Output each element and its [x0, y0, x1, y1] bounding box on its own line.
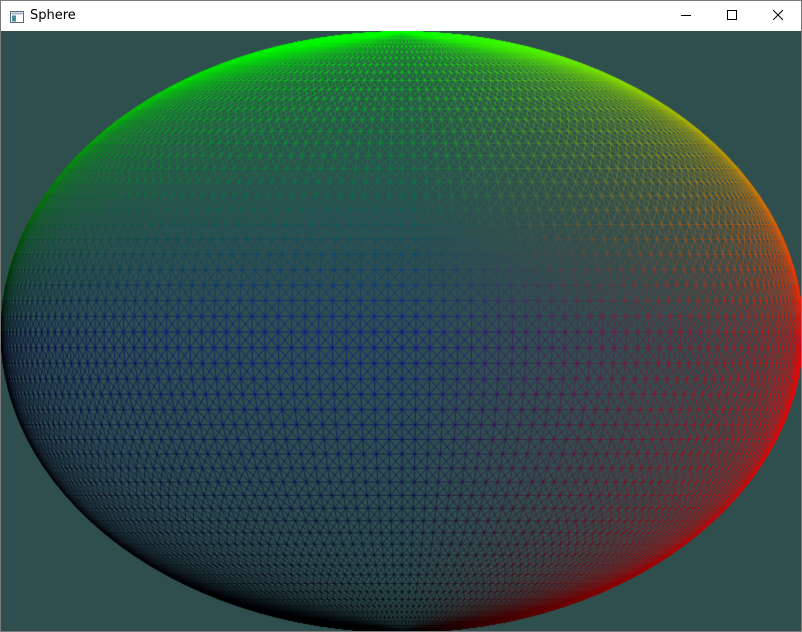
title-bar[interactable]: Sphere: [1, 1, 801, 31]
window-controls: [663, 1, 801, 31]
maximize-button[interactable]: [709, 1, 755, 31]
minimize-icon: [681, 7, 691, 25]
render-viewport[interactable]: [1, 31, 801, 631]
wireframe-sphere: [1, 31, 801, 631]
minimize-button[interactable]: [663, 1, 709, 31]
app-window: Sphere: [0, 0, 802, 632]
close-icon: [772, 7, 784, 25]
window-title: Sphere: [30, 8, 76, 23]
close-button[interactable]: [755, 1, 801, 31]
maximize-icon: [727, 7, 737, 25]
app-window-icon: [10, 10, 24, 23]
